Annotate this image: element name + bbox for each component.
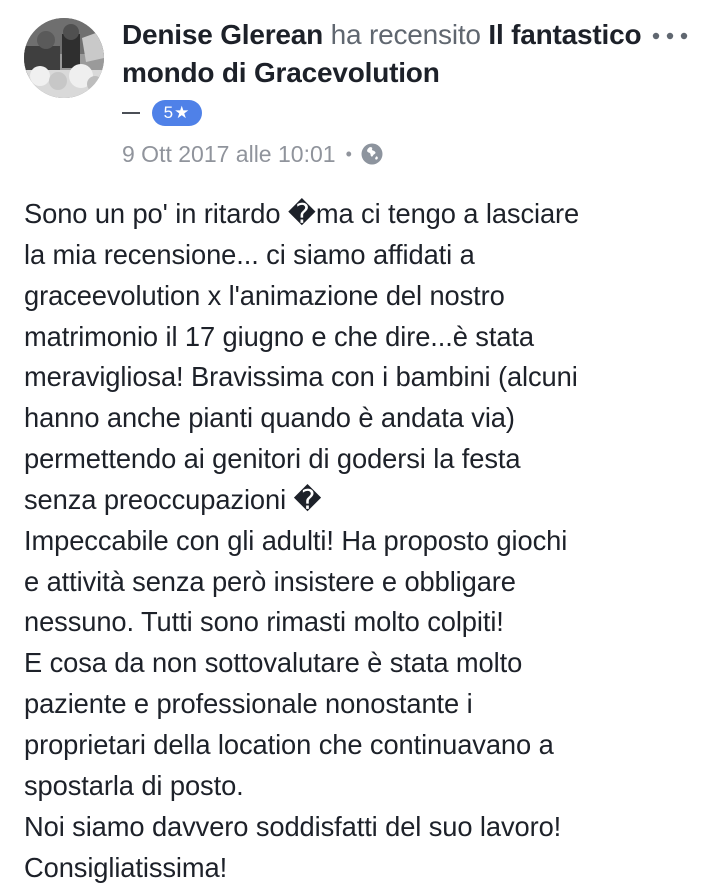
rating-line: 5★ xyxy=(122,98,202,128)
more-options-button[interactable] xyxy=(640,22,700,50)
rating-dash xyxy=(122,112,140,114)
more-options-icon xyxy=(652,32,688,40)
globe-icon[interactable] xyxy=(360,142,384,166)
rating-badge[interactable]: 5★ xyxy=(152,100,202,126)
author-name[interactable]: Denise Glerean xyxy=(122,19,323,50)
post-date[interactable]: 9 Ott 2017 alle 10:01 xyxy=(122,141,336,168)
review-title: Denise Glerean ha recensito Il fantastic… xyxy=(122,16,642,92)
review-header: Denise Glerean ha recensito Il fantastic… xyxy=(0,0,720,180)
meta-separator: • xyxy=(345,143,352,164)
review-text: Sono un po' in ritardo �ma ci tengo a la… xyxy=(24,198,580,883)
review-action-text: ha recensito xyxy=(330,19,481,50)
post-meta: 9 Ott 2017 alle 10:01 • xyxy=(122,139,384,169)
avatar[interactable] xyxy=(24,18,104,98)
